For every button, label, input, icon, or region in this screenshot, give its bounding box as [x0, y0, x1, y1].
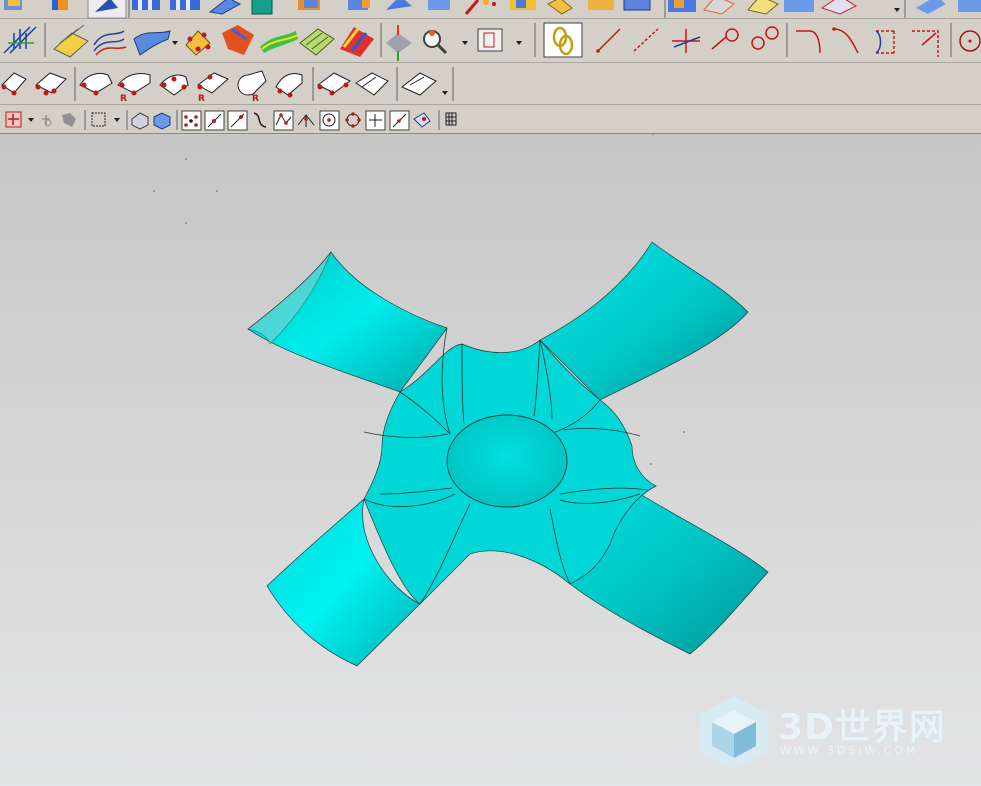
point-set-icon[interactable] [184, 29, 211, 57]
toolbar-row-3: R R R [0, 63, 981, 105]
toolbar-row-4-icons [5, 110, 457, 131]
watermark-cube-icon [700, 696, 768, 770]
curves-icon[interactable] [93, 30, 127, 56]
svg-text:R: R [198, 94, 205, 104]
cube-blue-icon[interactable] [623, 0, 651, 11]
orange-face-icon[interactable] [222, 25, 254, 55]
cube-select-icon[interactable] [153, 112, 171, 130]
color-analysis-icon[interactable] [340, 27, 374, 57]
cylinder-icon[interactable] [547, 0, 614, 15]
toolbar-row-1 [0, 0, 981, 19]
ribbon-surface-icon[interactable] [133, 30, 178, 56]
box-gauge-icon[interactable] [477, 28, 522, 52]
sheet-blend-icon[interactable] [401, 72, 448, 96]
sweep-icon[interactable] [386, 0, 412, 10]
select-box-icon[interactable] [91, 112, 120, 127]
cylinder-yellow-icon[interactable] [510, 0, 536, 10]
section-analysis-icon[interactable] [3, 26, 37, 54]
circle-dashed-icon[interactable] [959, 30, 981, 52]
svg-text:R: R [252, 94, 259, 104]
surface-grid-icon[interactable] [53, 24, 89, 58]
center-circular-face[interactable] [446, 414, 568, 508]
toolbar-row-1-icons [4, 0, 981, 19]
toolbar-row-2 [0, 19, 981, 63]
tools-icon[interactable] [464, 0, 496, 15]
watermark: 3D世界网 WWW.3DSJW.COM [696, 692, 956, 772]
snap-point-icon[interactable] [5, 111, 34, 128]
cube-icon[interactable] [747, 0, 814, 15]
line-icon[interactable] [596, 28, 621, 53]
control-point-icon[interactable] [273, 110, 294, 131]
dashed-line-icon[interactable] [633, 28, 659, 52]
shaded-face-icon[interactable] [668, 0, 696, 12]
watermark-title: 3D世界网 [778, 707, 946, 748]
watermark-url: WWW.3DSJW.COM [780, 744, 919, 757]
rainbow-surface-icon[interactable] [260, 31, 299, 53]
graphics-viewport[interactable]: 3D世界网 WWW.3DSJW.COM [0, 134, 981, 786]
toolbar-row-2-icons [3, 22, 981, 61]
toolbar-row-3-icons: R R R [1, 67, 454, 104]
soft-blend-icon[interactable] [159, 74, 189, 96]
toolbar-row-4 [0, 105, 981, 134]
surface-icon[interactable] [4, 0, 22, 10]
spline-red-icon[interactable] [832, 27, 859, 54]
arc-point-icon[interactable] [711, 28, 739, 50]
point-filter-icon[interactable] [42, 115, 52, 127]
rotate-view-icon[interactable] [87, 0, 127, 19]
cross-pipe-model[interactable] [0, 134, 981, 786]
circle-point-icon[interactable] [751, 26, 779, 50]
face-icon[interactable] [428, 0, 450, 10]
curve-red-icon[interactable] [796, 30, 821, 54]
bracket-dashed-icon[interactable] [875, 30, 895, 54]
deviation-icon[interactable] [386, 25, 412, 61]
center-icon[interactable] [319, 110, 340, 131]
point-on-face-icon[interactable] [389, 110, 410, 131]
block-blue-icon[interactable] [348, 0, 370, 10]
face-trim-icon[interactable] [317, 72, 351, 96]
curve-snap-icon[interactable] [253, 112, 267, 128]
blend-r-icon[interactable]: R [117, 72, 151, 104]
svg-text:R: R [120, 94, 127, 104]
dropdown-arrow-icon[interactable] [894, 8, 900, 12]
cross-line-icon[interactable] [672, 29, 701, 53]
move-icon[interactable] [62, 113, 76, 127]
revolve-icon[interactable] [170, 0, 200, 10]
teal-body-icon[interactable] [251, 0, 273, 15]
face-snap-icon[interactable] [413, 112, 431, 128]
plane-icon[interactable] [703, 0, 735, 15]
surface-trim-icon[interactable] [355, 72, 389, 96]
point-on-curve-icon[interactable] [365, 110, 386, 131]
face-blend-icon[interactable] [79, 72, 113, 96]
quadrant-icon[interactable] [345, 112, 361, 128]
extrude-icon[interactable] [132, 0, 160, 10]
box-icon[interactable] [298, 0, 320, 10]
grid-icon[interactable] [445, 112, 457, 126]
intersection-icon[interactable] [297, 114, 315, 127]
chain-link-icon[interactable] [543, 22, 583, 58]
line-snap-icon[interactable] [227, 110, 248, 131]
plane-right-icon[interactable] [916, 0, 981, 14]
endpoint-icon[interactable] [181, 110, 202, 131]
magnifier-icon[interactable] [423, 30, 468, 55]
edge-blend-icon[interactable] [35, 72, 67, 96]
zebra-icon[interactable] [299, 28, 335, 56]
cylinder-blend-icon[interactable]: R [237, 70, 267, 104]
block-icon[interactable] [52, 0, 68, 10]
midpoint-icon[interactable] [204, 110, 225, 131]
pyramid-icon[interactable] [820, 0, 858, 15]
sheet-icon[interactable] [208, 0, 242, 15]
blend-r2-icon[interactable]: R [197, 72, 229, 104]
corner-dashed-icon[interactable] [912, 30, 939, 57]
body-select-icon[interactable] [131, 112, 149, 130]
fillet-icon[interactable] [1, 72, 27, 96]
chamfer-blend-icon[interactable] [275, 73, 303, 98]
